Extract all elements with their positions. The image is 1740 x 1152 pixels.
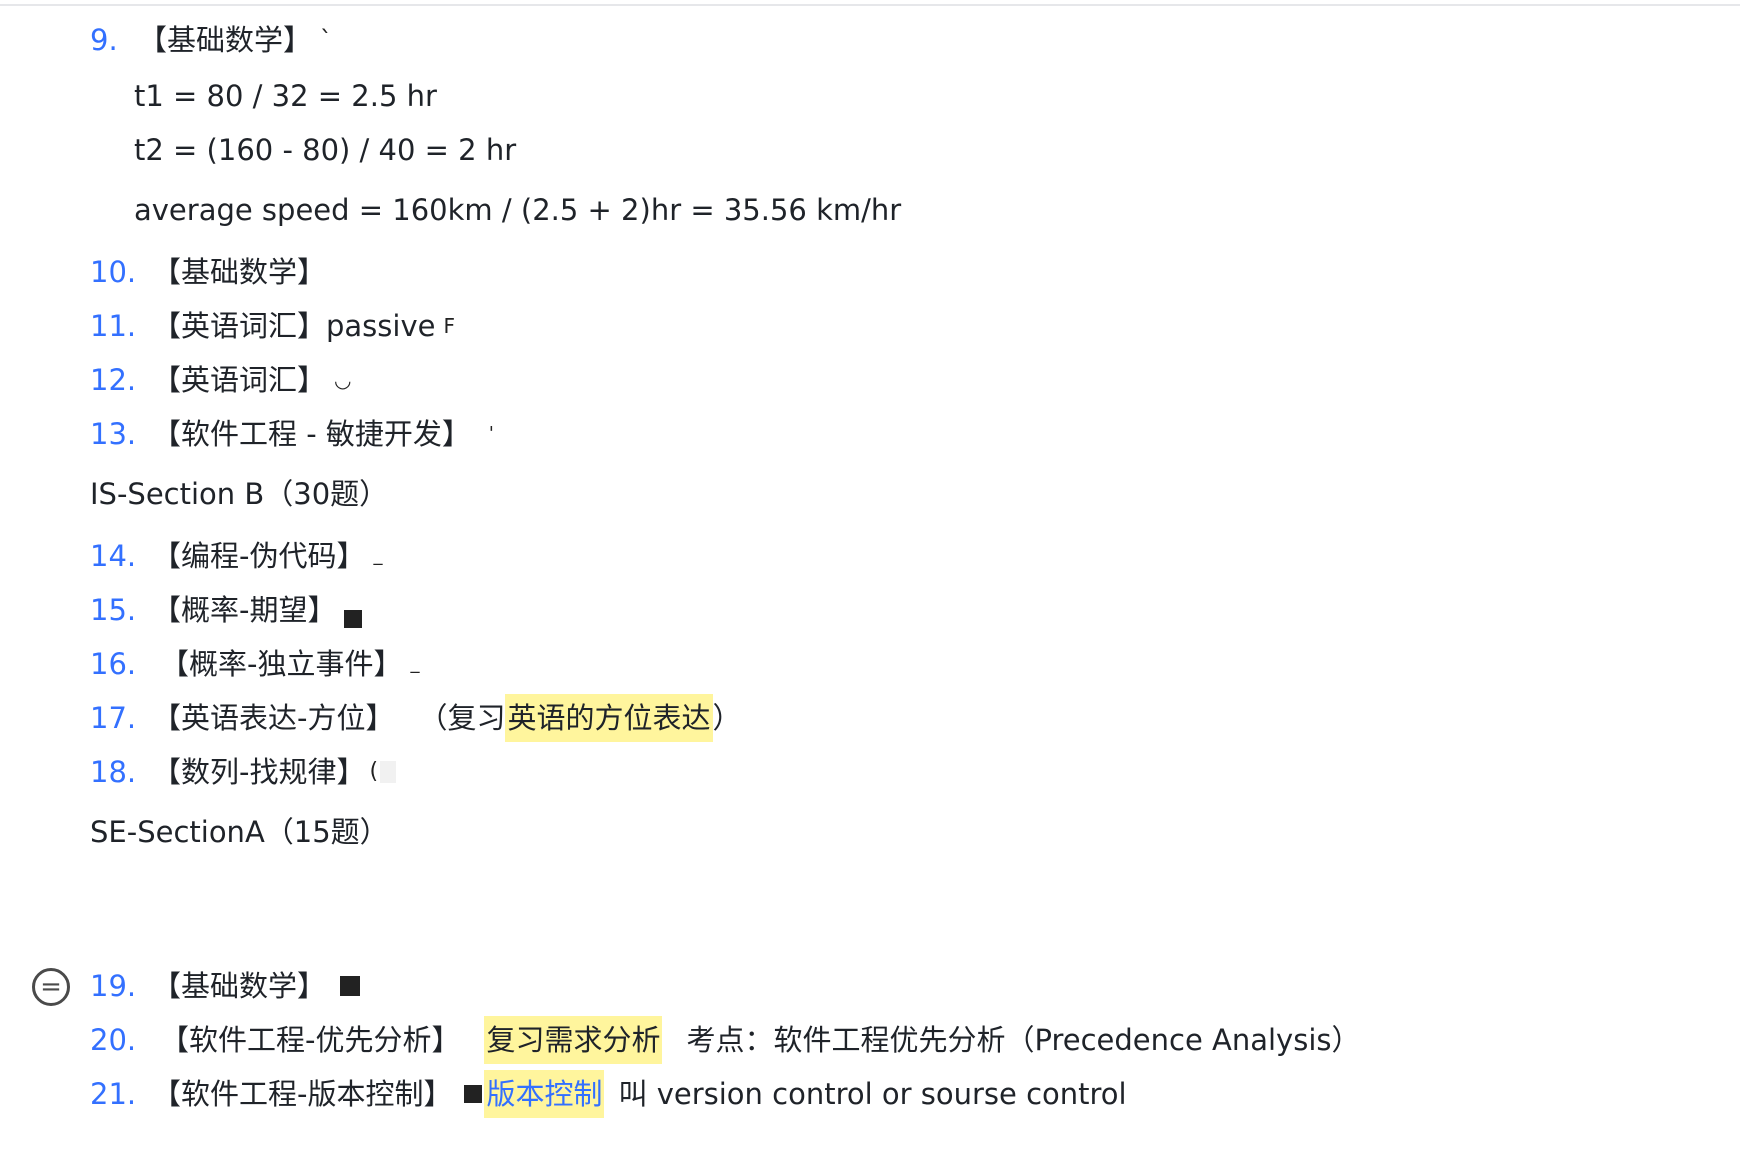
redaction-mark <box>344 610 363 628</box>
item-text: 【软件工程-优先分析】 <box>160 1023 461 1057</box>
item-number: 15. <box>90 593 137 627</box>
section-title: SE-SectionA（15题） <box>90 815 389 849</box>
item-trail: ` <box>320 26 333 54</box>
redaction-mark <box>464 1085 483 1103</box>
calc-text: average speed = 160km / (2.5 + 2)hr = 35… <box>134 193 902 227</box>
item-number: 14. <box>90 539 137 573</box>
item-number: 11. <box>90 309 137 343</box>
item-text: 【基础数学】 <box>152 255 327 289</box>
redaction-mark <box>340 976 361 996</box>
item-number: 19. <box>90 969 137 1003</box>
item-text: 【英语词汇】passive <box>152 309 436 343</box>
item-text: 【英语词汇】 <box>152 363 327 397</box>
faint-mark <box>380 761 397 783</box>
item-number: 12. <box>90 363 137 397</box>
item-content: 【软件工程-优先分析】 复习需求分析 考点：软件工程优先分析（Precedenc… <box>160 1016 1361 1064</box>
item-content: 【概率-独立事件】 _ <box>160 640 419 688</box>
highlighted-text: 复习需求分析 <box>484 1016 663 1064</box>
item-number: 21. <box>90 1077 137 1111</box>
item-text: 【编程-伪代码】 <box>152 539 366 573</box>
item-content: 【基础数学】 <box>152 962 361 1010</box>
item-text: 【概率-期望】 <box>152 593 337 627</box>
item-number: 17. <box>90 701 137 735</box>
item-trail: _ <box>373 545 383 566</box>
calc-text: t1 = 80 / 32 = 2.5 hr <box>134 79 437 113</box>
item-trail: F <box>443 314 455 338</box>
document-body: 9. 【基础数学】 ` t1 = 80 / 32 = 2.5 hr t2 = (… <box>0 0 1740 1152</box>
item-content: 【数列-找规律】 ( <box>152 748 397 796</box>
item-content: 【基础数学】 ` <box>138 16 332 64</box>
item-content: 【英语词汇】 ◡ <box>152 356 351 404</box>
item-number: 20. <box>90 1023 137 1057</box>
item-content: 【软件工程-版本控制】 版本控制 叫 version control or so… <box>152 1070 1127 1118</box>
item-number: 13. <box>90 417 137 451</box>
item-trail: ' <box>488 423 494 444</box>
item-trail: ( <box>369 759 379 784</box>
item-content: 【基础数学】 <box>152 248 326 296</box>
calc-text: t2 = (160 - 80) / 40 = 2 hr <box>134 133 517 167</box>
item-number: 10. <box>90 255 137 289</box>
comment-equals-icon[interactable]: = <box>32 968 70 1006</box>
item-number: 9. <box>90 23 118 57</box>
item-text: 【概率-独立事件】 <box>160 647 403 681</box>
item-note: 考点：软件工程优先分析（Precedence Analysis） <box>686 1023 1361 1057</box>
item-content: 【概率-期望】 <box>152 586 363 634</box>
item-content: 【英语词汇】passive F <box>152 302 455 350</box>
item-note: 叫 version control or sourse control <box>618 1077 1127 1111</box>
item-trail: ◡ <box>334 368 352 392</box>
item-text: 【软件工程-版本控制】 <box>152 1077 453 1111</box>
highlighted-text: 英语的方位表达 <box>505 694 713 742</box>
item-text: 【基础数学】 <box>152 969 327 1003</box>
item-text: 【软件工程 - 敏捷开发】 <box>152 417 471 451</box>
item-note-close: ） <box>712 701 742 735</box>
section-title: IS-Section B（30题） <box>90 477 389 511</box>
item-content: 【英语表达-方位】 （复习 英语的方位表达 ） <box>152 694 742 742</box>
item-text: 【基础数学】 <box>138 23 313 57</box>
item-text: 【英语表达-方位】 <box>152 701 395 735</box>
item-number: 18. <box>90 755 137 789</box>
item-content: 【编程-伪代码】 _ <box>152 532 382 580</box>
item-text: 【数列-找规律】 <box>152 755 366 789</box>
item-note-open: （复习 <box>418 701 506 735</box>
item-number: 16. <box>90 647 137 681</box>
highlighted-link[interactable]: 版本控制 <box>484 1070 605 1118</box>
item-trail: _ <box>410 653 420 674</box>
item-content: 【软件工程 - 敏捷开发】 ' <box>152 410 494 458</box>
